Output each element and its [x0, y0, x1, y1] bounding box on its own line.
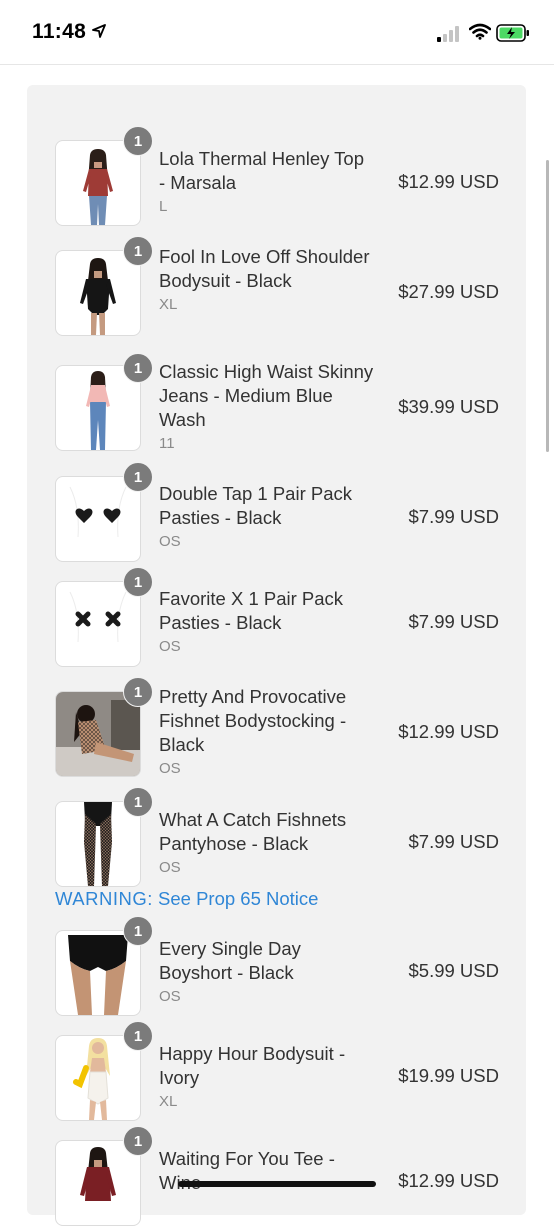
- product-name[interactable]: Every Single Day Boyshort - Black OS: [159, 937, 374, 1009]
- scroll-indicator[interactable]: [546, 160, 549, 452]
- status-bar: 11:48: [0, 0, 554, 65]
- prop65-notice-link[interactable]: See Prop 65 Notice: [158, 888, 318, 909]
- product-price: $19.99 USD: [398, 1065, 499, 1086]
- quantity-badge: 1: [123, 462, 153, 492]
- product-price: $12.99 USD: [398, 721, 499, 742]
- product-name-text[interactable]: Favorite X 1 Pair Pack Pasties - Black: [159, 588, 343, 633]
- quantity-badge: 1: [123, 1021, 153, 1051]
- product-name[interactable]: Waiting For You Tee - Wine: [159, 1147, 374, 1195]
- prop65-warning-link[interactable]: WARNING: See Prop 65 Notice: [55, 887, 318, 911]
- product-name-text[interactable]: Happy Hour Bodysuit - Ivory: [159, 1043, 345, 1088]
- quantity-badge: 1: [123, 677, 153, 707]
- product-price: $5.99 USD: [408, 960, 500, 981]
- product-variant: L: [159, 198, 168, 215]
- product-name-text[interactable]: Fool In Love Off Shoulder Bodysuit - Bla…: [159, 246, 369, 291]
- product-variant: OS: [159, 760, 181, 777]
- product-name[interactable]: Fool In Love Off Shoulder Bodysuit - Bla…: [159, 245, 374, 317]
- quantity-badge: 1: [123, 787, 153, 817]
- quantity-badge: 1: [123, 353, 153, 383]
- quantity-badge: 1: [123, 126, 153, 156]
- product-name-text[interactable]: Double Tap 1 Pair Pack Pasties - Black: [159, 483, 352, 528]
- product-name-text[interactable]: Every Single Day Boyshort - Black: [159, 938, 301, 983]
- product-name[interactable]: Pretty And Provocative Fishnet Bodystock…: [159, 685, 374, 781]
- product-variant: XL: [159, 296, 178, 313]
- product-name[interactable]: Favorite X 1 Pair Pack Pasties - Black OS: [159, 587, 374, 659]
- product-name[interactable]: Happy Hour Bodysuit - Ivory XL: [159, 1042, 374, 1114]
- product-price: $7.99 USD: [408, 611, 500, 632]
- quantity-badge: 1: [123, 567, 153, 597]
- quantity-badge: 1: [123, 236, 153, 266]
- product-name-text[interactable]: What A Catch Fishnets Pantyhose - Black: [159, 809, 346, 854]
- location-arrow-icon: [92, 24, 106, 38]
- product-price: $7.99 USD: [408, 506, 500, 527]
- product-name-text[interactable]: Lola Thermal Henley Top - Marsala: [159, 148, 364, 193]
- product-price: $12.99 USD: [398, 1170, 499, 1191]
- home-indicator[interactable]: [178, 1181, 376, 1187]
- product-price: $12.99 USD: [398, 171, 499, 192]
- status-time: 11:48: [32, 20, 87, 43]
- wifi-icon: [469, 23, 491, 40]
- product-price: $7.99 USD: [408, 831, 500, 852]
- product-variant: OS: [159, 533, 181, 550]
- product-name[interactable]: What A Catch Fishnets Pantyhose - Black O…: [159, 808, 374, 880]
- product-price: $39.99 USD: [398, 396, 499, 417]
- quantity-badge: 1: [123, 916, 153, 946]
- product-variant: XL: [159, 1093, 178, 1110]
- cellular-signal-icon: [437, 26, 459, 42]
- product-name[interactable]: Double Tap 1 Pair Pack Pasties - Black OS: [159, 482, 374, 554]
- product-name-text[interactable]: Pretty And Provocative Fishnet Bodystock…: [159, 686, 346, 755]
- product-variant: OS: [159, 988, 181, 1005]
- product-variant: OS: [159, 859, 181, 876]
- warning-prefix: WARNING:: [55, 888, 153, 909]
- product-variant: OS: [159, 638, 181, 655]
- product-name[interactable]: Classic High Waist Skinny Jeans - Medium…: [159, 360, 374, 456]
- product-price: $27.99 USD: [398, 281, 499, 302]
- product-name[interactable]: Lola Thermal Henley Top - Marsala L: [159, 147, 374, 219]
- quantity-badge: 1: [123, 1126, 153, 1156]
- product-variant: 11: [159, 435, 175, 452]
- battery-charging-icon: [496, 24, 529, 42]
- product-name-text[interactable]: Classic High Waist Skinny Jeans - Medium…: [159, 361, 373, 430]
